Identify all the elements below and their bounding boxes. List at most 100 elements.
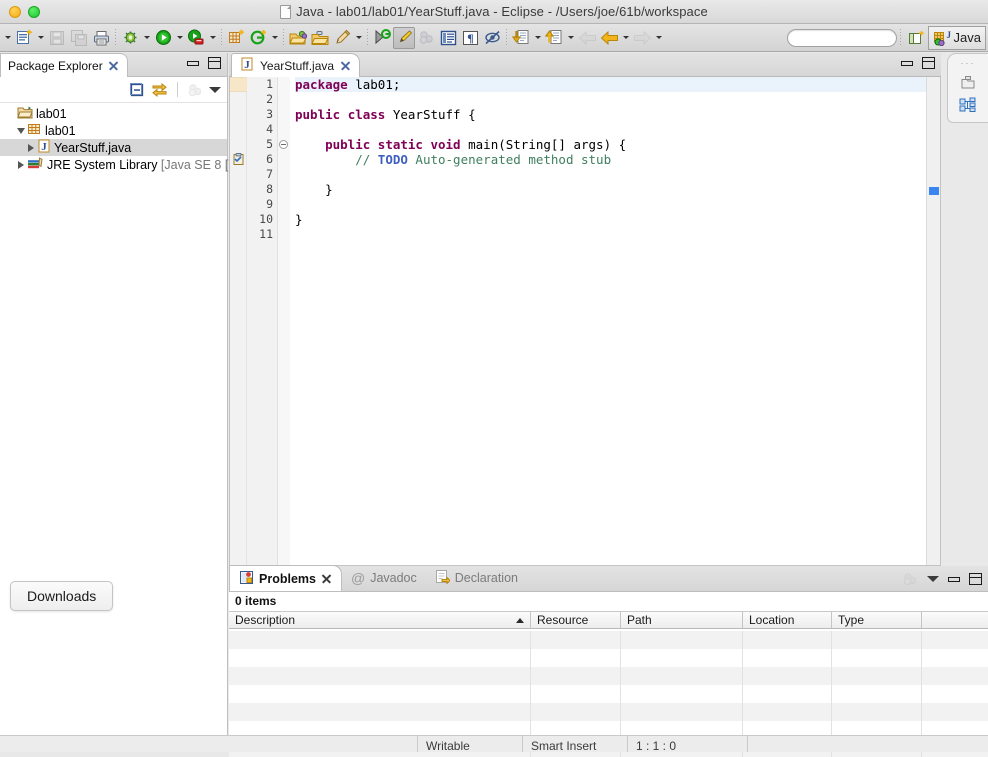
table-row[interactable] <box>229 703 988 721</box>
next-annotation-button[interactable] <box>371 27 393 49</box>
editor-body[interactable]: 1 2 3 4 5 6 7 8 9 10 11 package lab01; public clas… <box>229 77 941 566</box>
code-line[interactable]: // TODO Auto-generated method stub <box>295 152 926 167</box>
fold-collapse-icon[interactable] <box>279 140 288 149</box>
minimize-icon[interactable] <box>187 60 199 66</box>
editor-overview-ruler[interactable] <box>926 77 940 565</box>
code-line[interactable]: } <box>295 182 926 197</box>
code-line[interactable] <box>295 122 926 137</box>
todo-task-icon[interactable] <box>232 153 245 169</box>
problems-table-body[interactable] <box>229 631 988 757</box>
table-row[interactable] <box>229 631 988 649</box>
new-java-project-button[interactable] <box>225 27 247 49</box>
column-header-location[interactable]: Location <box>743 612 832 628</box>
restore-icon[interactable] <box>948 75 988 90</box>
editor-code[interactable]: package lab01; public class YearStuff { … <box>290 77 926 565</box>
code-line[interactable] <box>295 92 926 107</box>
view-menu-icon[interactable] <box>927 576 939 582</box>
tab-declaration[interactable]: Declaration <box>426 565 527 591</box>
highlighter-button[interactable] <box>393 26 415 49</box>
back-disabled-button[interactable] <box>576 27 598 49</box>
previous-edit-location-dropdown[interactable] <box>532 27 543 49</box>
maximize-icon[interactable] <box>208 57 221 69</box>
tab-problems[interactable]: Problems <box>229 565 342 591</box>
back-dropdown[interactable] <box>620 27 631 49</box>
maximize-icon[interactable] <box>922 57 935 69</box>
right-view-tabbar[interactable]: ··· <box>947 53 988 123</box>
external-tools-button[interactable] <box>185 27 207 49</box>
next-edit-location-button[interactable] <box>543 27 565 49</box>
open-task-button[interactable] <box>309 27 331 49</box>
tab-javadoc[interactable]: @ Javadoc <box>342 565 426 591</box>
code-line[interactable]: public class YearStuff { <box>295 107 926 122</box>
debug-dropdown[interactable] <box>141 27 152 49</box>
twisty-icon[interactable] <box>4 107 17 120</box>
focus-task-icon[interactable] <box>187 82 203 98</box>
new-java-class-button[interactable] <box>13 27 35 49</box>
new-java-class-dropdown[interactable] <box>35 27 46 49</box>
hide-fields-button[interactable] <box>481 27 503 49</box>
code-line[interactable] <box>295 167 926 182</box>
forward-dropdown[interactable] <box>653 27 664 49</box>
code-line[interactable] <box>295 227 926 242</box>
twisty-icon[interactable] <box>24 141 37 154</box>
twisty-icon[interactable] <box>14 124 27 137</box>
pencil-dropdown[interactable] <box>353 27 364 49</box>
editor-folding-gutter[interactable] <box>278 77 290 565</box>
downloads-stack-button[interactable]: Downloads <box>10 581 114 611</box>
pencil-button[interactable] <box>331 27 353 49</box>
search-input[interactable] <box>786 28 897 47</box>
table-row[interactable] <box>229 685 988 703</box>
close-icon[interactable] <box>340 60 351 71</box>
new-annotation-dropdown[interactable] <box>269 27 280 49</box>
tree-item-yearstuff-java[interactable]: J YearStuff.java <box>0 139 227 156</box>
tree-item-project-lab01[interactable]: lab01 <box>0 105 227 122</box>
twisty-icon[interactable] <box>14 158 27 171</box>
console-button[interactable] <box>437 27 459 49</box>
run-dropdown[interactable] <box>174 27 185 49</box>
code-line[interactable] <box>295 197 926 212</box>
focus-task-icon[interactable] <box>902 571 918 587</box>
tree-item-jre-system-library[interactable]: JRE System Library [Java SE 8 [1.8 <box>0 156 246 173</box>
save-button[interactable] <box>46 27 68 49</box>
breakpoints-button[interactable] <box>415 27 437 49</box>
previous-edit-location-button[interactable] <box>510 27 532 49</box>
tree-item-package-lab01[interactable]: lab01 <box>0 122 227 139</box>
minimize-icon[interactable] <box>948 576 960 582</box>
maximize-icon[interactable] <box>969 573 982 585</box>
code-line[interactable]: } <box>295 212 926 227</box>
pilcrow-button[interactable]: ¶ <box>459 27 481 49</box>
next-edit-location-dropdown[interactable] <box>565 27 576 49</box>
save-all-button[interactable] <box>68 27 90 49</box>
forward-button[interactable] <box>631 27 653 49</box>
external-tools-dropdown[interactable] <box>207 27 218 49</box>
run-button[interactable] <box>152 27 174 49</box>
tab-yearstuff-java[interactable]: J YearStuff.java <box>231 53 361 77</box>
column-header-resource[interactable]: Resource <box>531 612 621 628</box>
minimize-icon[interactable] <box>901 60 913 66</box>
table-row[interactable] <box>229 649 988 667</box>
close-icon[interactable] <box>108 60 119 71</box>
table-row[interactable] <box>229 667 988 685</box>
new-wizard-dropdown[interactable] <box>2 27 13 49</box>
outline-icon[interactable] <box>948 97 988 113</box>
code-line[interactable]: package lab01; <box>295 77 926 92</box>
overview-ruler-marker[interactable] <box>929 187 939 195</box>
view-overflow-dots[interactable]: ··· <box>948 58 988 68</box>
back-button[interactable] <box>598 27 620 49</box>
close-icon[interactable] <box>321 573 332 584</box>
column-header-type[interactable]: Type <box>832 612 922 628</box>
link-with-editor-icon[interactable] <box>151 82 168 98</box>
view-menu-icon[interactable] <box>209 87 221 93</box>
open-type-button[interactable] <box>287 27 309 49</box>
column-header-description[interactable]: Description <box>229 612 531 628</box>
collapse-all-icon[interactable] <box>129 82 145 98</box>
open-perspective-button[interactable] <box>906 27 928 49</box>
editor-annotation-gutter[interactable] <box>230 77 247 565</box>
code-line[interactable]: public static void main(String[] args) { <box>295 137 926 152</box>
tab-package-explorer[interactable]: Package Explorer <box>0 53 128 77</box>
new-annotation-button[interactable] <box>247 27 269 49</box>
print-button[interactable] <box>90 27 112 49</box>
perspective-java-button[interactable]: J Java <box>927 25 986 50</box>
column-header-path[interactable]: Path <box>621 612 743 628</box>
debug-button[interactable] <box>119 27 141 49</box>
